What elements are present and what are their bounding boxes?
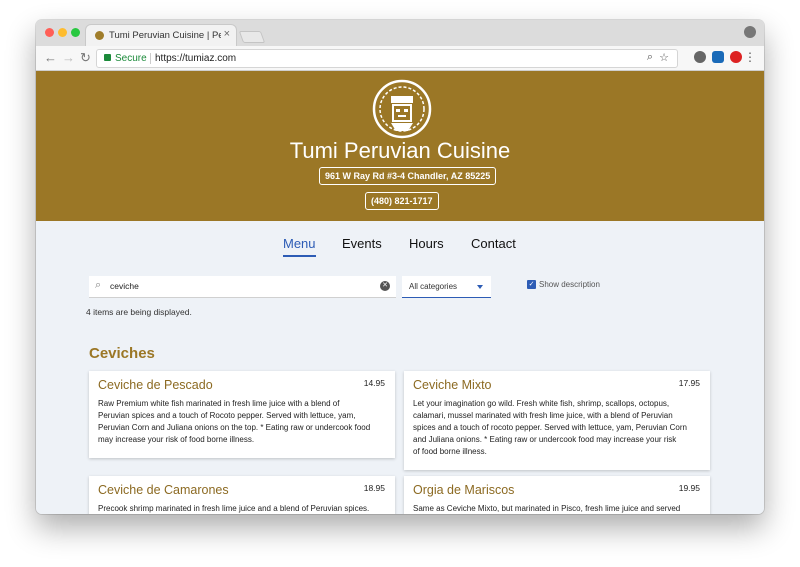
address-bar[interactable]: Secure https://tumiaz.com ⌕ ☆ — [96, 49, 678, 68]
browser-window: Tumi Peruvian Cuisine | Peruvia × ← → ↻ … — [36, 20, 764, 514]
description-line: Peruvian spices and a touch of Rocoto pe… — [98, 411, 356, 420]
menu-search-field[interactable]: ⌕ ceviche ✕ — [89, 276, 396, 298]
tab-title: Tumi Peruvian Cuisine | Peruvia — [109, 30, 221, 41]
menu-item-card[interactable]: Ceviche de Pescado 14.95 Raw Premium whi… — [89, 371, 395, 458]
tab-hours[interactable]: Hours — [409, 236, 444, 251]
description-line: Precook shrimp marinated in fresh lime j… — [98, 504, 370, 513]
zoom-search-icon[interactable]: ⌕ — [647, 51, 653, 64]
page-content: Tumi Peruvian Cuisine 961 W Ray Rd #3-4 … — [36, 71, 764, 514]
items-count-text: 4 items are being displayed. — [86, 307, 192, 317]
browser-toolbar: ← → ↻ Secure https://tumiaz.com ⌕ ☆ ⋮ — [36, 46, 764, 71]
secure-label: Secure — [115, 53, 147, 64]
profile-icon[interactable] — [744, 26, 756, 38]
reload-icon[interactable]: ↻ — [80, 51, 91, 64]
menu-item-price: 14.95 — [363, 378, 385, 388]
extension-icon[interactable] — [712, 51, 724, 63]
menu-item-card[interactable]: Orgia de Mariscos 19.95 Same as Ceviche … — [404, 476, 710, 514]
search-icon: ⌕ — [95, 279, 102, 291]
description-line: of food borne illness. — [413, 447, 487, 456]
star-icon[interactable]: ☆ — [659, 51, 669, 64]
menu-item-name: Ceviche Mixto — [413, 378, 492, 392]
description-line: Same as Ceviche Mixto, but marinated in … — [413, 504, 681, 513]
description-line: may increase your risk of food borne ill… — [98, 435, 255, 444]
restaurant-name: Tumi Peruvian Cuisine — [289, 138, 511, 163]
menu-item-name: Ceviche de Pescado — [98, 378, 213, 392]
description-line: Let your imagination go wild. Fresh whit… — [413, 399, 670, 408]
tab-close-icon[interactable]: × — [224, 28, 230, 40]
tab-menu[interactable]: Menu — [283, 236, 316, 257]
close-window-button[interactable] — [45, 28, 54, 37]
gear-icon[interactable] — [694, 51, 706, 63]
description-line: Peruvian Corn and Juliana onions on the … — [98, 423, 371, 432]
maximize-window-button[interactable] — [71, 28, 80, 37]
url-text[interactable]: https://tumiaz.com — [155, 53, 236, 64]
menu-item-card[interactable]: Ceviche Mixto 17.95 Let your imagination… — [404, 371, 710, 470]
menu-item-card[interactable]: Ceviche de Camarones 18.95 Precook shrim… — [89, 476, 395, 514]
category-select[interactable]: All categories — [402, 276, 491, 298]
address-button[interactable]: 961 W Ray Rd #3-4 Chandler, AZ 85225 — [319, 167, 497, 185]
hero-banner: Tumi Peruvian Cuisine 961 W Ray Rd #3-4 … — [36, 71, 764, 221]
menu-item-price: 19.95 — [678, 483, 700, 493]
browser-tab[interactable]: Tumi Peruvian Cuisine | Peruvia × — [86, 25, 236, 46]
show-description-checkbox[interactable]: ✓ — [527, 280, 536, 289]
menu-item-description: Precook shrimp marinated in fresh lime j… — [98, 503, 369, 514]
tab-contact[interactable]: Contact — [471, 236, 516, 251]
menu-icon[interactable]: ⋮ — [744, 50, 756, 64]
clear-search-icon[interactable]: ✕ — [380, 281, 390, 291]
menu-item-description: Same as Ceviche Mixto, but marinated in … — [413, 503, 680, 514]
tumi-logo-icon — [372, 79, 432, 139]
section-title: Ceviches — [89, 345, 155, 362]
url-divider — [150, 53, 151, 64]
category-select-value: All categories — [409, 282, 458, 291]
search-input[interactable]: ceviche — [110, 281, 139, 291]
menu-item-price: 18.95 — [363, 483, 385, 493]
section-nav: Menu Events Hours Contact — [36, 236, 764, 260]
adblock-icon[interactable] — [730, 51, 742, 63]
show-description-label[interactable]: Show description — [539, 280, 600, 289]
phone-button[interactable]: (480) 821-1717 — [365, 192, 439, 210]
menu-item-name: Ceviche de Camarones — [98, 483, 229, 497]
new-tab-button[interactable] — [238, 31, 266, 43]
tab-events[interactable]: Events — [342, 236, 382, 251]
lock-icon — [104, 54, 111, 61]
description-line: calamari, mussel marinated with fresh li… — [413, 411, 673, 420]
forward-icon[interactable]: → — [62, 51, 75, 64]
minimize-window-button[interactable] — [58, 28, 67, 37]
description-line: and Juliana onions. * Eating raw or unde… — [413, 435, 677, 444]
tab-bar: Tumi Peruvian Cuisine | Peruvia × — [36, 20, 764, 46]
back-icon[interactable]: ← — [44, 51, 57, 64]
favicon-icon — [95, 31, 104, 40]
menu-item-description: Let your imagination go wild. Fresh whit… — [413, 398, 687, 458]
menu-item-name: Orgia de Mariscos — [413, 483, 515, 497]
menu-item-price: 17.95 — [678, 378, 700, 388]
chevron-down-icon — [477, 285, 483, 289]
description-line: Raw Premium white fish marinated in fres… — [98, 399, 340, 408]
menu-item-description: Raw Premium white fish marinated in fres… — [98, 398, 370, 446]
description-line: spices and a touch of rocoto pepper. Ser… — [413, 423, 687, 432]
